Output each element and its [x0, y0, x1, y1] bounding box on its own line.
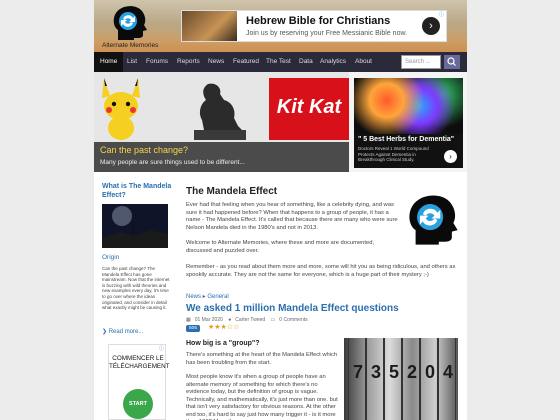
ad-body: Doctors Reveal 1 World Compound Protects… — [358, 146, 429, 162]
lock-ring: 0 — [420, 338, 438, 420]
top-banner-ad[interactable]: Hebrew Bible for Christians Join us by r… — [181, 10, 447, 42]
nav-item-forums[interactable]: Forums — [146, 52, 168, 72]
post-categories[interactable]: News ▸ General — [186, 293, 229, 300]
kitkat-image: Kit Kat — [269, 78, 349, 140]
mandela-head-icon — [409, 195, 458, 245]
lock-ring: 5 — [384, 338, 402, 420]
hits-badge: 506 — [186, 325, 201, 332]
page: Alternate Memories Hebrew Bible for Chri… — [0, 0, 560, 420]
sidebar: What is The Mandela Effect? Origin Can t… — [96, 178, 176, 420]
post-paragraph-1: There's something at the heart of the Ma… — [186, 352, 338, 366]
lock-ring: 4 — [438, 338, 456, 420]
ad-colorful-image — [354, 78, 463, 134]
post-meta: ▦ 01 Mar 2020 ● Carter Tweed ▭ 0 Comments — [186, 317, 312, 323]
post-comments[interactable]: 0 Comments — [279, 317, 307, 323]
chevron-right-icon: ❯ — [102, 329, 109, 335]
post-paragraph-2: Most people know it's when a group of pe… — [186, 374, 338, 420]
nav-item-analytics[interactable]: Analytics — [320, 52, 346, 72]
hero-section: Kit Kat Can the past change? Many people… — [94, 72, 467, 172]
lock-ring: 3 — [366, 338, 384, 420]
nav-item-list[interactable]: List — [127, 52, 137, 72]
search-input[interactable]: Search ... — [401, 55, 441, 69]
hero-title[interactable]: Can the past change? — [100, 145, 188, 155]
thinker-statue-image — [194, 83, 246, 140]
hero-subtitle: Many people are sure things used to be d… — [100, 159, 245, 166]
intro-paragraph-1: Ever had that feeling when you hear of s… — [186, 202, 398, 231]
read-more-link[interactable]: ❯ Read more... — [102, 328, 143, 335]
main-nav: Home List Forums Reports News Featured T… — [94, 52, 467, 72]
chevron-right-icon[interactable]: › — [444, 150, 457, 163]
nav-item-home[interactable]: Home — [94, 52, 124, 72]
dementia-ad[interactable]: " 5 Best Herbs for Dementia" Doctors Rev… — [354, 78, 463, 168]
lock-digit: 0 — [424, 362, 435, 382]
post-title[interactable]: We asked 1 million Mandela Effect questi… — [186, 303, 399, 314]
hero-caption[interactable]: Can the past change? Many people are sur… — [94, 142, 349, 172]
nav-item-the-test[interactable]: The Test — [266, 52, 291, 72]
ad-info-icon[interactable]: ⓘ — [159, 345, 164, 352]
origin-link[interactable]: Origin — [102, 254, 119, 261]
sidebar-title[interactable]: What is The Mandela Effect? — [102, 182, 172, 200]
nav-item-featured[interactable]: Featured — [233, 52, 259, 72]
post-author[interactable]: Carter Tweed — [235, 317, 265, 323]
intro-paragraph-3: Remember - as you read about them more a… — [186, 264, 456, 278]
kitkat-logo-text: Kit Kat — [276, 96, 342, 118]
sidebar-text: Can the past change? The Mandela Effect … — [102, 266, 170, 311]
main-content: The Mandela Effect Ever had that feeling… — [180, 178, 467, 420]
lock-digit: 3 — [370, 362, 381, 382]
search-icon — [447, 57, 456, 66]
ad-info-icon[interactable]: ⓘ — [439, 11, 444, 18]
lock-digit: 5 — [388, 362, 399, 382]
sidebar-download-ad[interactable]: ⓘ COMMENCER LE TÉLÉCHARGEMENT START — [108, 344, 170, 420]
intro-paragraph-2: Welcome to Alternate Memories, where the… — [186, 240, 375, 254]
nav-item-data[interactable]: Data — [299, 52, 313, 72]
lock-digit: 4 — [442, 362, 453, 382]
site-header: Alternate Memories Hebrew Bible for Chri… — [94, 0, 467, 52]
page-title: The Mandela Effect — [186, 186, 278, 197]
read-more-label[interactable]: Read more... — [109, 329, 144, 335]
rating-stars[interactable]: ★★★☆☆ — [208, 323, 239, 331]
ad-title[interactable]: Hebrew Bible for Christians — [246, 15, 390, 27]
post-subheading: How big is a "group"? — [186, 340, 260, 347]
sidebar-night-sky-image — [102, 204, 168, 248]
ad-thumbnail — [182, 11, 237, 41]
combination-lock-image: 7 3 5 2 0 4 — [344, 338, 458, 420]
site-wrapper: Alternate Memories Hebrew Bible for Chri… — [94, 0, 467, 420]
lock-ring: 7 — [348, 338, 366, 420]
lock-ring: 2 — [402, 338, 420, 420]
chevron-right-icon[interactable]: › — [422, 17, 440, 35]
nav-item-reports[interactable]: Reports — [177, 52, 200, 72]
comment-icon: ▭ — [270, 317, 276, 323]
calendar-icon: ▦ — [186, 317, 191, 323]
hero-slider[interactable]: Kit Kat Can the past change? Many people… — [94, 72, 349, 172]
nav-item-news[interactable]: News — [208, 52, 224, 72]
lock-digit: 7 — [352, 362, 363, 382]
search-button[interactable] — [444, 55, 460, 69]
site-logo-head-icon[interactable] — [110, 4, 150, 42]
start-button[interactable]: START — [123, 389, 153, 419]
lock-digit: 2 — [406, 362, 417, 382]
pikachu-image — [102, 78, 140, 140]
ad-headline[interactable]: " 5 Best Herbs for Dementia" — [358, 136, 454, 143]
site-name[interactable]: Alternate Memories — [102, 42, 158, 49]
ad-subtitle: Join us by reserving your Free Messianic… — [246, 30, 408, 37]
sidebar-ad-text: COMMENCER LE TÉLÉCHARGEMENT — [109, 355, 170, 370]
nav-item-about[interactable]: About — [355, 52, 372, 72]
